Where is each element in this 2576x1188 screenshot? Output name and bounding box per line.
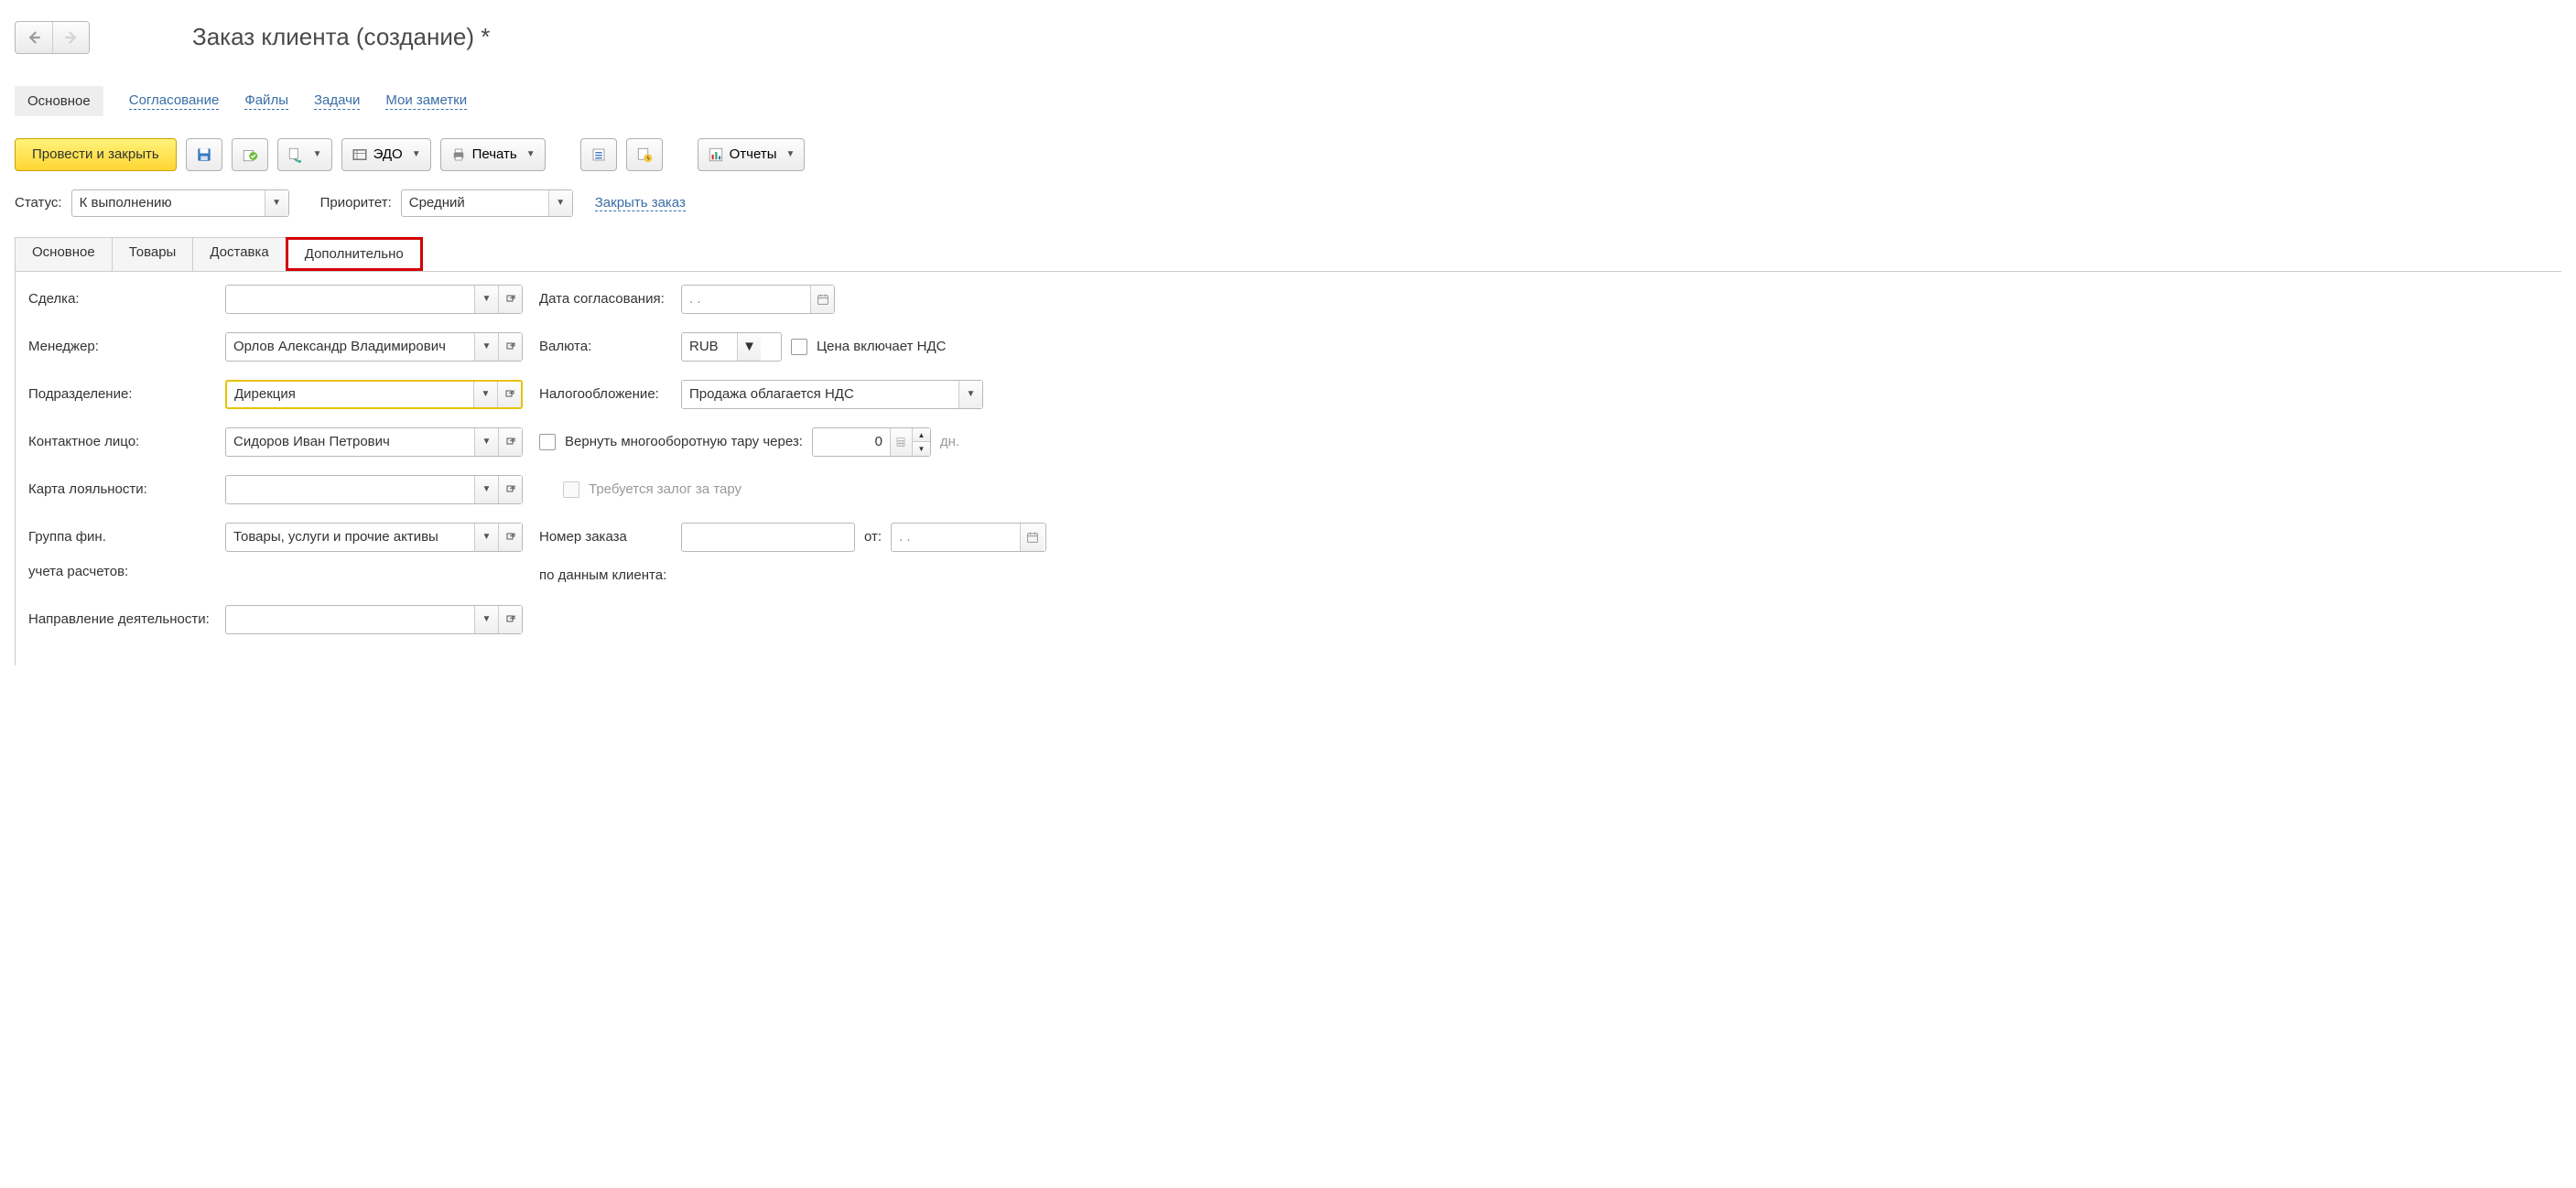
return-tare-days-input[interactable]: 0 ▲ ▼ — [812, 427, 931, 457]
approval-date-label: Дата согласования: — [539, 291, 672, 307]
arrow-right-icon — [63, 29, 80, 46]
create-based-on-button[interactable]: ▼ — [277, 138, 332, 171]
taxation-input[interactable]: Продажа облагается НДС ▼ — [681, 380, 983, 409]
priority-select[interactable]: Средний ▼ — [401, 189, 573, 217]
section-notes[interactable]: Мои заметки — [385, 92, 467, 110]
caret-icon: ▼ — [526, 149, 536, 159]
section-files[interactable]: Файлы — [244, 92, 288, 110]
save-icon — [196, 146, 212, 163]
activity-label: Направление деятельности: — [28, 611, 225, 627]
open-icon[interactable] — [498, 606, 522, 633]
taxation-label: Налогообложение: — [539, 386, 672, 402]
post-and-close-button[interactable]: Провести и закрыть — [15, 138, 177, 171]
loyalty-input[interactable]: ▼ — [225, 475, 523, 504]
dept-label: Подразделение: — [28, 386, 225, 402]
tab-additional[interactable]: Дополнительно — [286, 237, 423, 271]
order-num-label2: по данным клиента: — [539, 567, 672, 583]
order-num-input[interactable] — [681, 523, 855, 552]
dropdown-icon[interactable]: ▼ — [474, 524, 498, 551]
reports-icon — [708, 146, 724, 163]
open-icon[interactable] — [498, 476, 522, 503]
from-date-input[interactable]: . . — [891, 523, 1046, 552]
calendar-icon[interactable] — [810, 286, 834, 313]
deposit-checkbox — [563, 481, 579, 498]
open-icon[interactable] — [498, 524, 522, 551]
list-icon — [590, 146, 607, 163]
loyalty-label: Карта лояльности: — [28, 481, 225, 497]
print-button[interactable]: Печать ▼ — [440, 138, 546, 171]
return-tare-checkbox[interactable] — [539, 434, 556, 450]
print-icon — [450, 146, 467, 163]
list-button[interactable] — [580, 138, 617, 171]
manager-label: Менеджер: — [28, 339, 225, 354]
status-label: Статус: — [15, 195, 62, 211]
dropdown-icon[interactable]: ▼ — [737, 333, 761, 361]
open-icon[interactable] — [498, 333, 522, 361]
dropdown-icon[interactable]: ▼ — [548, 190, 572, 216]
priority-label: Приоритет: — [320, 195, 392, 211]
dept-input[interactable]: Дирекция ▼ — [225, 380, 523, 409]
schedule-button[interactable] — [626, 138, 663, 171]
post-icon — [242, 146, 258, 163]
post-button[interactable] — [232, 138, 268, 171]
nav-back-button[interactable] — [16, 22, 52, 53]
section-tasks[interactable]: Задачи — [314, 92, 360, 110]
page-title: Заказ клиента (создание) * — [192, 23, 490, 51]
contact-input[interactable]: Сидоров Иван Петрович ▼ — [225, 427, 523, 457]
manager-input[interactable]: Орлов Александр Владимирович ▼ — [225, 332, 523, 362]
open-icon[interactable] — [498, 286, 522, 313]
deposit-label: Требуется залог за тару — [589, 481, 741, 497]
dropdown-icon[interactable]: ▼ — [474, 476, 498, 503]
tab-main[interactable]: Основное — [15, 237, 113, 271]
tab-goods[interactable]: Товары — [112, 237, 194, 271]
dropdown-icon[interactable]: ▼ — [958, 381, 982, 408]
edo-icon — [352, 146, 368, 163]
open-icon[interactable] — [498, 428, 522, 456]
section-approval[interactable]: Согласование — [129, 92, 220, 110]
open-icon[interactable] — [497, 382, 521, 407]
deal-input[interactable]: ▼ — [225, 285, 523, 314]
spin-down-icon[interactable]: ▼ — [913, 441, 930, 456]
currency-label: Валюта: — [539, 339, 672, 354]
order-num-label: Номер заказа — [539, 529, 672, 545]
return-tare-label: Вернуть многооборотную тару через: — [565, 434, 803, 449]
tab-delivery[interactable]: Доставка — [192, 237, 286, 271]
dropdown-icon[interactable]: ▼ — [474, 428, 498, 456]
fingroup-input[interactable]: Товары, услуги и прочие активы ▼ — [225, 523, 523, 552]
fingroup-label2: учета расчетов: — [28, 564, 225, 579]
caret-icon: ▼ — [313, 149, 322, 159]
save-button[interactable] — [186, 138, 222, 171]
dropdown-icon[interactable]: ▼ — [474, 606, 498, 633]
dropdown-icon[interactable]: ▼ — [473, 382, 497, 407]
reports-button[interactable]: Отчеты ▼ — [698, 138, 806, 171]
section-main[interactable]: Основное — [15, 86, 103, 116]
dropdown-icon[interactable]: ▼ — [474, 333, 498, 361]
arrow-left-icon — [26, 29, 42, 46]
approval-date-input[interactable]: . . — [681, 285, 835, 314]
spin-up-icon[interactable]: ▲ — [913, 428, 930, 442]
dropdown-icon[interactable]: ▼ — [265, 190, 288, 216]
caret-icon: ▼ — [786, 149, 796, 159]
edo-button[interactable]: ЭДО ▼ — [341, 138, 431, 171]
calc-icon[interactable] — [890, 428, 912, 456]
dropdown-icon[interactable]: ▼ — [474, 286, 498, 313]
activity-input[interactable]: ▼ — [225, 605, 523, 634]
create-based-on-icon — [287, 146, 304, 163]
price-includes-vat-label: Цена включает НДС — [817, 339, 946, 354]
calendar-icon[interactable] — [1020, 524, 1044, 551]
currency-input[interactable]: RUB ▼ — [681, 332, 782, 362]
nav-forward-button[interactable] — [52, 22, 89, 53]
caret-icon: ▼ — [412, 149, 421, 159]
contact-label: Контактное лицо: — [28, 434, 225, 449]
days-label: дн. — [940, 434, 959, 449]
tabs: Основное Товары Доставка Дополнительно — [15, 237, 2561, 272]
fingroup-label1: Группа фин. — [28, 529, 225, 545]
from-label: от: — [864, 529, 882, 545]
close-order-link[interactable]: Закрыть заказ — [595, 195, 686, 211]
deal-label: Сделка: — [28, 291, 225, 307]
price-includes-vat-checkbox[interactable] — [791, 339, 807, 355]
status-select[interactable]: К выполнению ▼ — [71, 189, 289, 217]
schedule-icon — [636, 146, 653, 163]
